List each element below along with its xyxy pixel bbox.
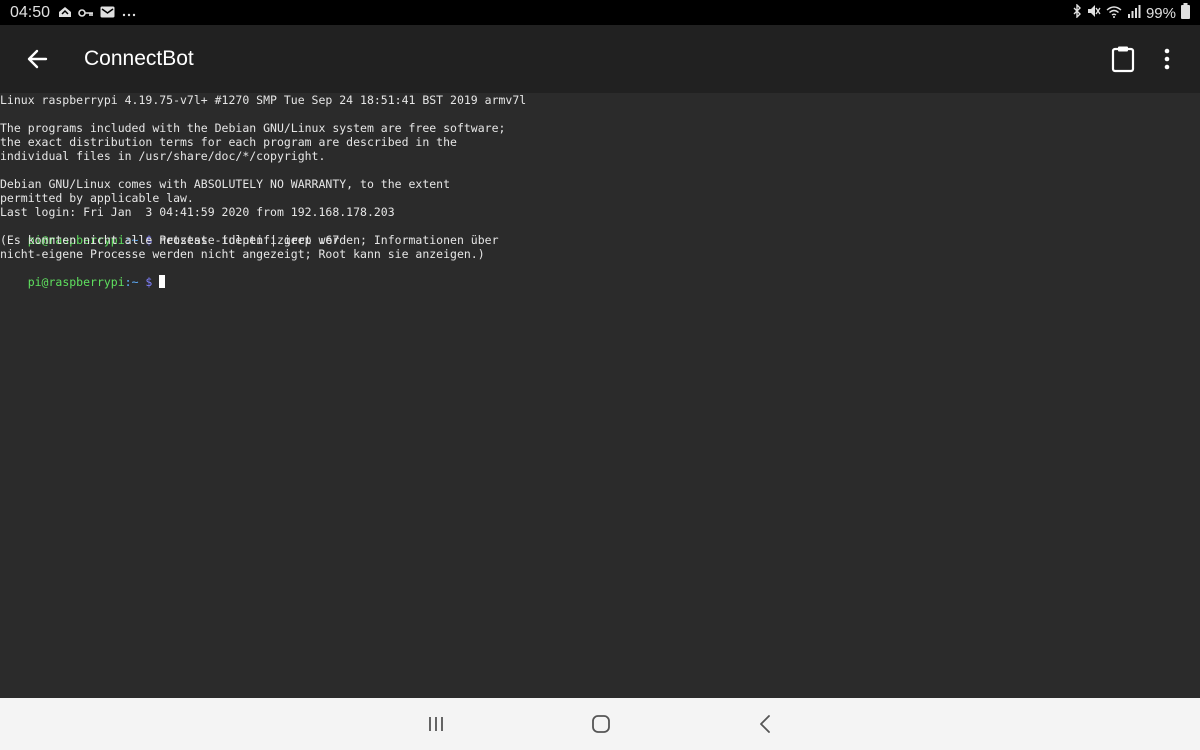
recents-icon [429,717,443,731]
system-icons: 99% [1072,3,1190,24]
terminal-cursor [159,275,166,288]
terminal-line: permitted by applicable law. [0,191,194,205]
clipboard-icon [1111,46,1135,73]
arrow-back-icon [27,49,48,69]
system-back-button[interactable] [751,712,781,736]
prompt-path: :~ [124,275,139,289]
more-notifications-icon [121,5,137,23]
signal-icon [1127,4,1141,23]
terminal-line: The programs included with the Debian GN… [0,121,506,135]
prompt-user: pi@raspberrypi [27,275,125,289]
terminal-line: Linux raspberrypi 4.19.75-v7l+ #1270 SMP… [0,93,527,107]
active-prompt-line: pi@raspberrypi:~ $ [0,261,166,303]
app-title: ConnectBot [84,47,194,70]
notification-icons [58,5,137,23]
terminal-line: the exact distribution terms for each pr… [0,135,457,149]
home-icon [592,715,610,733]
battery-icon [1181,3,1190,24]
terminal-line: individual files in /usr/share/doc/*/cop… [0,149,326,163]
vpn-key-icon [78,5,94,23]
mail-icon [100,5,115,23]
wifi-icon [1106,4,1122,23]
navigation-bar [0,698,1200,750]
cloud-icon [58,5,72,23]
battery-text: 99% [1145,5,1176,22]
status-time: 04:50 [10,4,51,21]
bluetooth-icon [1072,3,1082,23]
more-vert-icon [1164,48,1170,70]
terminal-line: Last login: Fri Jan 3 04:41:59 2020 from… [0,205,395,219]
terminal-view[interactable]: Linux raspberrypi 4.19.75-v7l+ #1270 SMP… [0,93,1200,698]
app-bar: ConnectBot [0,25,1200,93]
output-line: (Es konnten nicht alle Prozesse identifi… [0,233,499,247]
mute-icon [1087,4,1101,23]
prompt-symbol: $ [138,275,153,289]
output-line: nicht-eigene Processe werden nicht angez… [0,247,485,261]
nav-back-icon [760,715,770,733]
paste-button[interactable] [1110,45,1136,73]
recents-button[interactable] [421,712,451,736]
home-button[interactable] [586,712,616,736]
more-options-button[interactable] [1155,45,1179,73]
terminal-line: Debian GNU/Linux comes with ABSOLUTELY N… [0,177,451,191]
status-bar: 04:50 99% [0,0,1200,25]
back-button[interactable] [22,45,54,73]
